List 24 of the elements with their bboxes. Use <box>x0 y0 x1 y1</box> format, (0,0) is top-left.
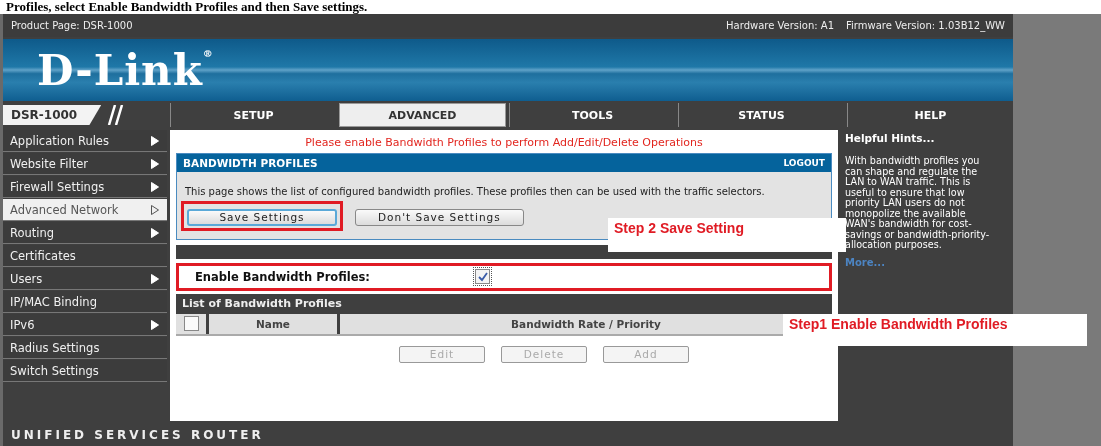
list-title: List of Bandwidth Profiles <box>176 293 832 314</box>
annotation-label: Step1 Enable Bandwidth Profiles <box>783 314 1087 346</box>
sidebar-item[interactable]: Advanced Network <box>3 199 167 221</box>
firmware-version: Firmware Version: 1.03B12_WW <box>846 20 1005 31</box>
column-header: Name <box>209 313 337 334</box>
nav-tab[interactable]: ADVANCED <box>339 103 506 127</box>
enable-label: Enable Bandwidth Profiles: <box>195 269 371 284</box>
description-text: This page shows the list of configured bandwidth profiles. These profiles then can be used with the traffic selectors. <box>184 185 766 199</box>
caption-text: Profiles, select Enable Bandwidth Profiles and then Save settings. <box>5 0 369 14</box>
checkbox[interactable] <box>183 316 199 331</box>
settings-button[interactable]: Save Settings <box>187 208 337 226</box>
checkbox[interactable] <box>475 269 490 284</box>
notice-text: Please enable Bandwidth Profiles to perform Add/Edit/Delete Operations <box>304 135 704 151</box>
footer-title: UNIFIED SERVICES ROUTER <box>10 427 265 444</box>
annotation-label: Step 2 Save Setting <box>608 218 846 252</box>
panel-title: BANDWIDTH PROFILES <box>183 157 318 169</box>
help-title: Helpful Hints... <box>845 132 936 144</box>
hardware-version: Hardware Version: A1 <box>726 20 835 31</box>
product-label: Product Page: DSR-1000 <box>11 20 133 31</box>
logout-link[interactable]: LOGOUT <box>783 158 825 168</box>
settings-button[interactable]: Don't Save Settings <box>355 208 524 226</box>
logo: D-Link$^{®}$ <box>37 48 214 92</box>
help-text: With bandwidth profiles you can shape and regulate the LAN to WAN traffic. This is useful to ensure that low priority LAN users do not monopolize the available WAN's bandwidth for cost-savings or bandwidth-priority-allocation purposes. <box>845 156 991 251</box>
model-label: DSR-1000 <box>3 105 102 125</box>
